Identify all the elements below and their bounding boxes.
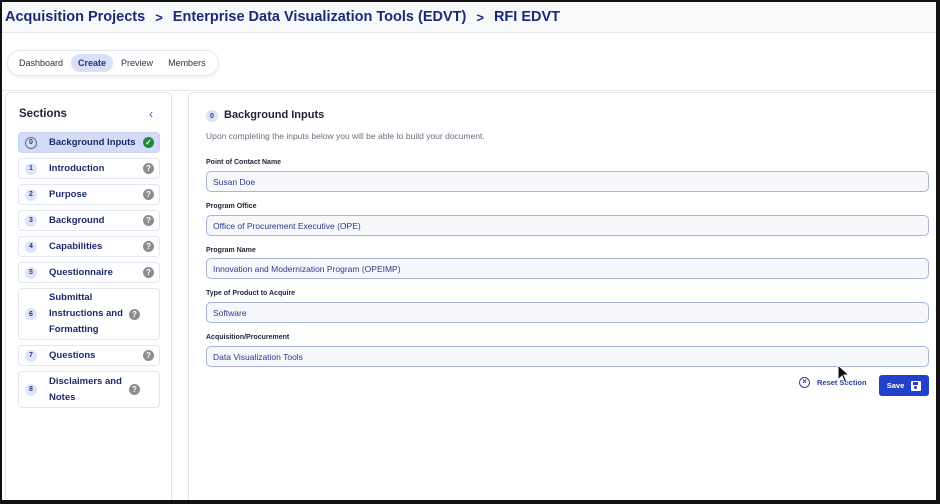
section-list: 0 Background Inputs ✓ 1 Introduction ? 2…: [18, 132, 160, 413]
program-name-input[interactable]: [206, 258, 929, 279]
sidebar-title: Sections: [19, 108, 67, 120]
breadcrumb-acquisition-projects[interactable]: Acquisition Projects: [5, 9, 145, 25]
section-number-badge: 6: [25, 308, 37, 320]
section-description: Upon completing the inputs below you wil…: [206, 131, 485, 141]
program-office-label: Program Office: [206, 203, 257, 210]
help-circle-icon: ?: [143, 163, 154, 174]
tab-members[interactable]: Members: [161, 54, 213, 72]
section-number-badge: 7: [25, 349, 37, 362]
chevron-left-icon[interactable]: ‹: [149, 107, 153, 121]
section-item-capabilities[interactable]: 4 Capabilities ?: [18, 236, 160, 257]
app-window: Acquisition Projects > Enterprise Data V…: [2, 2, 936, 500]
tab-create[interactable]: Create: [71, 54, 114, 72]
check-circle-icon: ✓: [143, 137, 154, 148]
section-number-badge: 5: [25, 266, 37, 279]
help-circle-icon: ?: [129, 384, 140, 395]
help-circle-icon: ?: [129, 308, 140, 320]
section-number-badge: 8: [25, 383, 37, 396]
section-label: Questionnaire: [49, 266, 113, 278]
section-number-badge: 1: [25, 162, 37, 175]
section-item-background-inputs[interactable]: 0 Background Inputs ✓: [18, 132, 160, 153]
section-item-purpose[interactable]: 2 Purpose ?: [18, 184, 160, 205]
mouse-pointer-icon: [837, 364, 851, 384]
section-label: Disclaimers and Notes: [49, 375, 122, 403]
acquisition-procurement-label: Acquisition/Procurement: [206, 334, 290, 341]
help-circle-icon: ?: [143, 215, 154, 226]
section-editor: 0 Background Inputs Upon completing the …: [188, 92, 936, 500]
breadcrumb-edvt[interactable]: Enterprise Data Visualization Tools (EDV…: [173, 9, 467, 25]
section-label: Questions: [49, 349, 96, 361]
point-of-contact-label: Point of Contact Name: [206, 159, 282, 166]
save-button[interactable]: Save: [879, 375, 929, 396]
product-type-input[interactable]: [206, 302, 929, 323]
help-circle-icon: ?: [143, 267, 154, 278]
section-item-submittal-instructions[interactable]: 6 Submittal Instructions and Formatting …: [18, 288, 160, 340]
breadcrumb: Acquisition Projects > Enterprise Data V…: [2, 2, 936, 33]
section-item-disclaimers[interactable]: 8 Disclaimers and Notes ?: [18, 371, 160, 408]
save-label: Save: [886, 381, 905, 390]
section-item-questions[interactable]: 7 Questions ?: [18, 345, 160, 366]
acquisition-procurement-input[interactable]: [206, 346, 929, 367]
floppy-disk-icon: [911, 380, 922, 391]
section-number-badge: 0: [25, 136, 37, 149]
section-number-badge: 3: [25, 214, 37, 227]
breadcrumb-separator: >: [155, 9, 163, 25]
tab-preview[interactable]: Preview: [114, 54, 160, 72]
section-item-background[interactable]: 3 Background ?: [18, 210, 160, 231]
section-number-badge: 4: [25, 240, 37, 253]
section-label: Purpose: [49, 188, 88, 200]
header-divider: [2, 90, 936, 91]
section-item-questionnaire[interactable]: 5 Questionnaire ?: [18, 262, 160, 283]
section-label: Background Inputs: [49, 136, 136, 148]
section-label: Submittal Instructions and Formatting: [49, 292, 123, 335]
help-circle-icon: ?: [143, 189, 154, 200]
product-type-label: Type of Product to Acquire: [206, 290, 296, 297]
breadcrumb-rfi-edvt: RFI EDVT: [493, 9, 561, 25]
section-label: Background: [49, 214, 105, 226]
section-number-badge: 2: [25, 188, 37, 201]
section-item-introduction[interactable]: 1 Introduction ?: [18, 158, 160, 179]
section-label: Capabilities: [49, 240, 103, 252]
reset-section-button[interactable]: × Reset Section: [799, 377, 867, 388]
program-name-label: Program Name: [206, 247, 256, 254]
breadcrumb-separator: >: [476, 9, 484, 25]
section-number-badge: 0: [206, 110, 218, 122]
help-circle-icon: ?: [143, 350, 154, 361]
view-tabs: Dashboard Create Preview Members: [7, 50, 219, 76]
help-circle-icon: ?: [143, 241, 154, 252]
tab-dashboard[interactable]: Dashboard: [12, 54, 70, 72]
section-label: Introduction: [49, 162, 105, 174]
program-office-input[interactable]: [206, 215, 929, 236]
section-title: Background Inputs: [224, 109, 325, 121]
sections-sidebar: Sections ‹ 0 Background Inputs ✓ 1 Intro…: [5, 92, 172, 500]
point-of-contact-input[interactable]: [206, 171, 929, 192]
close-circle-icon: ×: [799, 377, 810, 388]
